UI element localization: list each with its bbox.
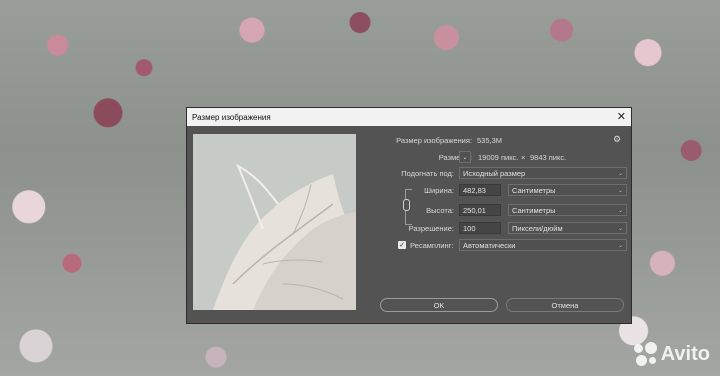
image-preview[interactable] bbox=[193, 134, 356, 310]
chevron-down-icon: ⌄ bbox=[617, 207, 623, 214]
chevron-down-icon: ⌄ bbox=[617, 242, 623, 249]
image-size-dialog: Размер изображения ✕ Размер изображения:… bbox=[186, 107, 632, 324]
resolution-label: Разрешение: bbox=[408, 224, 454, 233]
avito-watermark: Avito bbox=[633, 342, 710, 366]
chevron-down-icon: ⌄ bbox=[617, 170, 623, 177]
dimensions-width: 19009 пикс. bbox=[478, 153, 519, 162]
height-unit: Сантиметры bbox=[512, 205, 556, 215]
fit-value: Исходный размер bbox=[463, 168, 526, 178]
dimensions-height: 9843 пикс. bbox=[530, 153, 567, 162]
avito-logo-icon bbox=[633, 342, 658, 366]
cancel-button[interactable]: Отмена bbox=[506, 298, 624, 312]
resolution-unit: Пиксели/дюйм bbox=[512, 223, 563, 233]
width-unit-dropdown[interactable]: Сантиметры ⌄ bbox=[508, 184, 627, 196]
width-input[interactable]: 482,83 bbox=[459, 184, 501, 196]
height-label: Высота: bbox=[426, 206, 454, 215]
dialog-titlebar[interactable]: Размер изображения ✕ bbox=[187, 108, 631, 126]
image-size-label: Размер изображения: bbox=[396, 136, 472, 145]
leaf-preview-image bbox=[193, 134, 356, 310]
dimensions-x: × bbox=[521, 153, 526, 162]
avito-watermark-text: Avito bbox=[660, 342, 710, 365]
chevron-down-icon: ⌄ bbox=[617, 187, 623, 194]
width-unit: Сантиметры bbox=[512, 185, 556, 195]
resolution-unit-dropdown[interactable]: Пиксели/дюйм ⌄ bbox=[508, 222, 627, 234]
chevron-down-icon: ⌄ bbox=[617, 225, 623, 232]
dimensions-units-dropdown[interactable]: ⌄ bbox=[459, 151, 471, 163]
image-size-value: 535,3M bbox=[477, 136, 503, 145]
fit-dropdown[interactable]: Исходный размер ⌄ bbox=[459, 167, 627, 179]
resample-value: Автоматически bbox=[463, 240, 516, 250]
chevron-down-icon: ⌄ bbox=[462, 154, 468, 161]
dialog-title: Размер изображения bbox=[192, 112, 271, 122]
chain-link-icon[interactable] bbox=[403, 199, 410, 211]
ok-button[interactable]: OK bbox=[380, 298, 498, 312]
fit-label: Подогнать под: bbox=[401, 169, 454, 178]
resample-checkbox[interactable]: ✓ bbox=[398, 241, 406, 249]
resample-label: Ресамплинг: bbox=[410, 241, 454, 250]
resample-dropdown[interactable]: Автоматически ⌄ bbox=[459, 239, 627, 251]
height-input[interactable]: 250,01 bbox=[459, 204, 501, 216]
width-label: Ширина: bbox=[424, 186, 454, 195]
close-icon[interactable]: ✕ bbox=[617, 111, 626, 123]
gear-icon[interactable]: ⚙ bbox=[613, 134, 621, 145]
height-unit-dropdown[interactable]: Сантиметры ⌄ bbox=[508, 204, 627, 216]
resolution-input[interactable]: 100 bbox=[459, 222, 501, 234]
